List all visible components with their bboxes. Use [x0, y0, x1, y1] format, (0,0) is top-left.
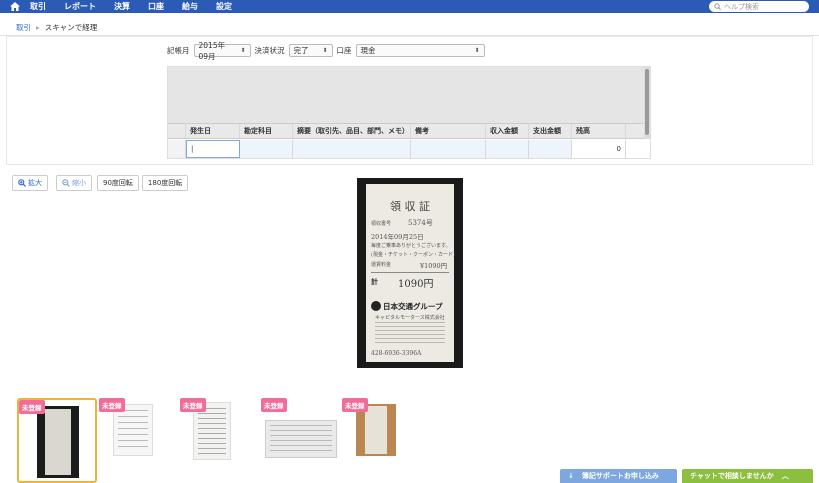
status-label: 決済状況	[254, 46, 285, 55]
account-select-value: 現金	[360, 46, 376, 55]
row-handle	[168, 140, 186, 158]
breadcrumb-current: スキャンで経理	[44, 22, 98, 32]
thumbnail-image	[265, 420, 337, 458]
zoom-in-icon	[18, 179, 26, 187]
rotate-180-button[interactable]: 180度回転	[141, 175, 189, 191]
thumbnail-1[interactable]: 未登録	[17, 398, 97, 483]
receipt-thanks: 毎度ご乗車ありがとうございます。	[371, 243, 451, 249]
company-logo-icon	[371, 301, 381, 311]
account-label: 口座	[336, 46, 352, 55]
zoom-in-label: 拡大	[28, 179, 42, 187]
thumbnail-5[interactable]: 未登録	[342, 398, 422, 483]
col-expense: 支出金額	[529, 124, 572, 138]
filter-bar: 記帳月 2015年09月 ⬍ 決済状況 完了 ⬍ 口座 現金 ⬍	[167, 41, 485, 61]
col-income: 収入金額	[486, 124, 529, 138]
receipt-number: 5374号	[408, 219, 433, 227]
date-cell[interactable]: |	[186, 140, 240, 158]
chat-button[interactable]: チャットで相談しませんか ︿	[682, 469, 813, 483]
chat-label: チャットで相談しませんか	[690, 472, 774, 480]
col-balance: 残高	[572, 124, 626, 138]
receipt-company: 日本交通グループ	[383, 302, 443, 311]
receipt-divider	[371, 272, 449, 273]
table-row[interactable]: | 0	[168, 140, 644, 158]
unregistered-badge: 未登録	[342, 398, 368, 412]
breadcrumb: 取引 ▸ スキャンで経理	[0, 19, 819, 36]
breadcrumb-separator-icon: ▸	[36, 22, 40, 32]
search-icon	[714, 3, 721, 10]
receipt-image: 領 収 証 領収書号 5374号 2014年09月25日 毎度ご乗車ありがとうご…	[357, 178, 463, 368]
nav-item-reports[interactable]: レポート	[64, 1, 96, 12]
receipt-total-label: 計	[371, 277, 378, 286]
income-cell[interactable]	[486, 140, 529, 158]
unregistered-badge: 未登録	[99, 398, 125, 412]
thumbnail-3[interactable]: 未登録	[180, 398, 260, 483]
select-arrow-icon: ⬍	[322, 47, 328, 54]
nav-item-transactions[interactable]: 取引	[30, 1, 46, 12]
month-select-value: 2015年09月	[198, 40, 226, 61]
account-select[interactable]: 現金 ⬍	[355, 44, 485, 57]
scan-thumbnails: 未登録 未登録 未登録 未登録 未登録	[17, 398, 437, 483]
nav-item-accounts[interactable]: 口座	[148, 1, 164, 12]
status-select[interactable]: 完了 ⬍	[288, 44, 333, 57]
receipt-number-label: 領収書号	[371, 221, 392, 227]
thumbnail-4[interactable]: 未登録	[261, 398, 341, 483]
status-select-value: 完了	[293, 46, 309, 55]
month-label: 記帳月	[167, 46, 190, 55]
notes-cell[interactable]	[411, 140, 486, 158]
col-account: 勘定科目	[240, 124, 293, 138]
rotate-90-button[interactable]: 90度回転	[97, 175, 139, 191]
scrollbar-thumb[interactable]	[645, 69, 649, 135]
receipt-fine-print	[375, 322, 445, 346]
search-placeholder: ヘルプ検索	[724, 2, 759, 11]
unregistered-badge: 未登録	[261, 398, 287, 412]
grid-header: 発生日 勘定科目 摘要（取引先、品目、部門、メモ） 備考 収入金額 支出金額 残…	[168, 123, 644, 139]
unregistered-badge: 未登録	[180, 398, 206, 412]
top-nav: 取引 レポート 決算 口座 給与 設定 ヘルプ検索	[0, 0, 819, 13]
month-select[interactable]: 2015年09月 ⬍	[193, 41, 251, 61]
zoom-out-button[interactable]: 縮小	[56, 175, 92, 191]
unregistered-badge: 未登録	[19, 400, 45, 414]
zoom-out-label: 縮小	[72, 179, 86, 187]
receipt-total: 1090円	[398, 279, 434, 290]
select-arrow-icon: ⬍	[240, 47, 246, 54]
expense-cell[interactable]	[529, 140, 572, 158]
select-arrow-icon: ⬍	[474, 47, 480, 54]
col-notes: 備考	[411, 124, 486, 138]
chevron-up-icon: ︿	[781, 472, 789, 480]
grid-scrollbar[interactable]	[644, 67, 650, 139]
col-description: 摘要（取引先、品目、部門、メモ）	[293, 124, 411, 138]
col-date: 発生日	[186, 124, 240, 138]
nav-item-settings[interactable]: 設定	[216, 1, 232, 12]
receipt-fare: ¥1090円	[420, 262, 448, 270]
receipt-date: 2014年09月25日	[371, 233, 424, 241]
thumbnail-image	[37, 406, 79, 478]
receipt-title: 領 収 証	[390, 200, 430, 213]
home-icon[interactable]	[0, 2, 30, 11]
support-label: 簿記サポートお申し込み	[581, 472, 659, 480]
account-cell[interactable]	[240, 140, 293, 158]
receipt-phone: 428-6936-3396A	[371, 350, 422, 357]
grid-empty-area	[168, 67, 644, 123]
receipt-paper: 領 収 証 領収書号 5374号 2014年09月25日 毎度ご乗車ありがとうご…	[366, 184, 455, 362]
bookkeeping-support-button[interactable]: ↓ 簿記サポートお申し込み	[560, 469, 677, 483]
grid-header-blank	[168, 124, 186, 138]
support-icon: ↓	[568, 472, 574, 480]
receipt-fare-label: 運賃料金	[371, 262, 392, 268]
description-cell[interactable]	[293, 140, 411, 158]
receipt-company-sub: キャピタルモータース株式会社	[375, 315, 445, 321]
receipt-method: (現金・チケット・クーポン・カード)	[371, 252, 455, 258]
nav-item-closing[interactable]: 決算	[114, 1, 130, 12]
help-search-input[interactable]: ヘルプ検索	[709, 1, 809, 12]
zoom-out-icon	[62, 179, 70, 187]
balance-cell: 0	[572, 140, 626, 158]
zoom-in-button[interactable]: 拡大	[12, 175, 48, 191]
breadcrumb-link-transactions[interactable]: 取引	[16, 22, 31, 33]
thumbnail-2[interactable]: 未登録	[99, 398, 179, 483]
nav-item-payroll[interactable]: 給与	[182, 1, 198, 12]
entry-grid: 発生日 勘定科目 摘要（取引先、品目、部門、メモ） 備考 収入金額 支出金額 残…	[167, 66, 651, 159]
image-tools: 拡大 縮小 90度回転 180度回転	[12, 175, 189, 191]
